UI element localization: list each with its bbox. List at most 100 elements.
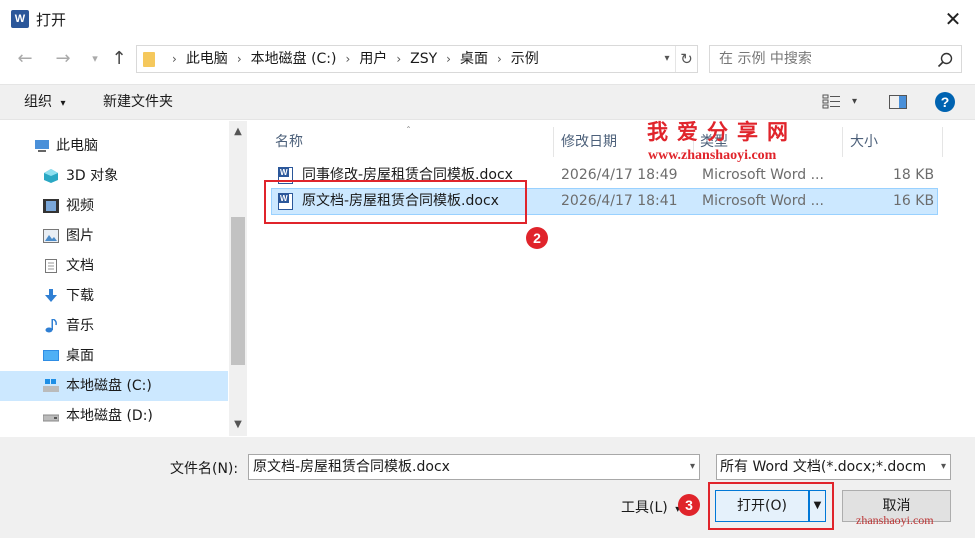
nav-item-videos[interactable]: 视频 [0, 191, 228, 221]
bottom-panel: 文件名(N): 原文档-房屋租赁合同模板.docx ▾ 所有 Word 文档(*… [0, 437, 975, 538]
preview-pane-icon[interactable] [888, 93, 908, 111]
chevron-right-icon[interactable]: › [346, 46, 351, 72]
highlight-box-file [264, 180, 527, 224]
sort-ascending-icon: ˆ [406, 126, 411, 137]
nav-label: 音乐 [66, 318, 94, 334]
column-header-name[interactable]: 名称 [275, 127, 303, 157]
chevron-down-icon: ▾ [60, 98, 66, 109]
file-type: Microsoft Word ... [702, 193, 824, 209]
navigation-pane: 此电脑 3D 对象 视频 图片 文档 下载 音乐 桌面 本地磁盘 (C:) 本地… [0, 121, 247, 436]
svg-text:?: ? [941, 94, 950, 110]
close-button[interactable]: ✕ [940, 6, 966, 32]
music-icon [45, 319, 57, 333]
nav-label: 本地磁盘 (C:) [66, 378, 152, 394]
chevron-right-icon[interactable]: › [396, 46, 401, 72]
view-chevron-down-icon[interactable]: ▾ [852, 85, 857, 119]
breadcrumb-item[interactable]: 用户 [359, 46, 387, 72]
column-header-size[interactable]: 大小 [850, 127, 878, 157]
file-size: 18 KB [893, 167, 935, 183]
recent-locations-chevron-icon[interactable]: ▾ [82, 46, 108, 72]
nav-label: 下载 [66, 288, 94, 304]
filename-label: 文件名(N): [170, 461, 239, 477]
nav-label: 图片 [66, 228, 94, 244]
file-type-value: 所有 Word 文档(*.docx;*.docm [720, 459, 927, 475]
breadcrumb-item[interactable]: 示例 [511, 46, 539, 72]
column-header-modified[interactable]: 修改日期 [561, 127, 617, 157]
cube-3d-icon [44, 169, 58, 183]
drive-d-icon [43, 414, 59, 422]
highlight-box-open [708, 482, 834, 530]
title-bar: W 打开 ✕ [0, 0, 975, 38]
scrollbar-thumb[interactable] [231, 217, 245, 365]
breadcrumb-item[interactable]: 本地磁盘 (C:) [251, 46, 337, 72]
scroll-up-icon[interactable]: ▲ [229, 123, 247, 141]
breadcrumb-item[interactable]: 此电脑 [186, 46, 228, 72]
search-box[interactable]: 在 示例 中搜索 [709, 45, 962, 73]
chevron-down-icon[interactable]: ▾ [659, 46, 675, 72]
filename-value[interactable]: 原文档-房屋租赁合同模板.docx [253, 455, 450, 479]
nav-item-music[interactable]: 音乐 [0, 311, 228, 341]
toolbar: 组织 ▾ 新建文件夹 ▾ ? [0, 84, 975, 120]
watermark-url: www.zhanshaoyi.com [648, 148, 777, 163]
picture-icon [43, 229, 59, 243]
search-input[interactable]: 在 示例 中搜索 [719, 46, 812, 72]
nav-label: 3D 对象 [66, 168, 119, 184]
nav-item-drive-d[interactable]: 本地磁盘 (D:) [0, 401, 228, 431]
dialog-title: 打开 [36, 11, 67, 29]
breadcrumb: › 此电脑 › 本地磁盘 (C:) › 用户 › ZSY › 桌面 › 示例 [163, 46, 539, 72]
new-folder-button[interactable]: 新建文件夹 [103, 85, 173, 119]
file-type-select[interactable]: 所有 Word 文档(*.docx;*.docm ▾ [716, 454, 951, 480]
organize-button[interactable]: 组织 ▾ [24, 85, 65, 121]
chevron-right-icon[interactable]: › [237, 46, 242, 72]
drive-c-icon [43, 379, 59, 392]
nav-item-desktop[interactable]: 桌面 [0, 341, 228, 371]
video-icon [43, 199, 59, 213]
refresh-icon[interactable]: ↻ [675, 46, 697, 72]
column-divider[interactable] [942, 127, 943, 157]
download-icon [45, 289, 57, 302]
nav-label: 视频 [66, 198, 94, 214]
forward-arrow-icon[interactable]: → [50, 46, 76, 72]
nav-item-documents[interactable]: 文档 [0, 251, 228, 281]
chevron-right-icon: › [172, 52, 177, 66]
nav-item-this-pc[interactable]: 此电脑 [0, 131, 228, 161]
file-modified: 2026/4/17 18:41 [561, 193, 678, 209]
file-modified: 2026/4/17 18:49 [561, 167, 678, 183]
word-app-icon: W [11, 10, 29, 28]
chevron-right-icon[interactable]: › [446, 46, 451, 72]
breadcrumb-item[interactable]: ZSY [410, 46, 437, 72]
step-badge-3: 3 [678, 494, 700, 516]
nav-item-pictures[interactable]: 图片 [0, 221, 228, 251]
filename-field[interactable]: 原文档-房屋租赁合同模板.docx ▾ [248, 454, 700, 480]
computer-icon [35, 140, 49, 152]
search-icon[interactable] [936, 51, 954, 69]
back-arrow-icon[interactable]: ← [12, 46, 38, 72]
nav-label: 本地磁盘 (D:) [66, 408, 153, 424]
help-icon[interactable]: ? [934, 91, 956, 113]
organize-label: 组织 [24, 94, 52, 110]
column-divider[interactable] [553, 127, 554, 157]
nav-item-drive-c[interactable]: 本地磁盘 (C:) [0, 371, 228, 401]
nav-label: 文档 [66, 258, 94, 274]
watermark-bottom: zhanshaoyi.com [856, 513, 934, 527]
chevron-right-icon[interactable]: › [497, 46, 502, 72]
desktop-icon [43, 350, 59, 361]
breadcrumb-item[interactable]: 桌面 [460, 46, 488, 72]
nav-item-downloads[interactable]: 下载 [0, 281, 228, 311]
nav-label: 桌面 [66, 348, 94, 364]
file-type: Microsoft Word ... [702, 167, 824, 183]
chevron-down-icon[interactable]: ▾ [690, 455, 695, 479]
chevron-down-icon[interactable]: ▾ [941, 455, 946, 479]
folder-icon [143, 52, 155, 67]
step-badge-2: 2 [526, 227, 548, 249]
address-bar[interactable]: › 此电脑 › 本地磁盘 (C:) › 用户 › ZSY › 桌面 › 示例 ▾… [136, 45, 698, 73]
column-divider[interactable] [842, 127, 843, 157]
up-arrow-icon[interactable]: ↑ [106, 46, 132, 72]
scroll-down-icon[interactable]: ▼ [229, 416, 247, 434]
tools-button[interactable]: 工具(L) ▾ [621, 497, 680, 517]
nav-scrollbar[interactable]: ▲ ▼ [229, 121, 247, 436]
file-size: 16 KB [893, 193, 935, 209]
watermark-title: 我爱分享网 [647, 120, 797, 144]
view-options-icon[interactable] [822, 93, 842, 111]
nav-item-3d-objects[interactable]: 3D 对象 [0, 161, 228, 191]
